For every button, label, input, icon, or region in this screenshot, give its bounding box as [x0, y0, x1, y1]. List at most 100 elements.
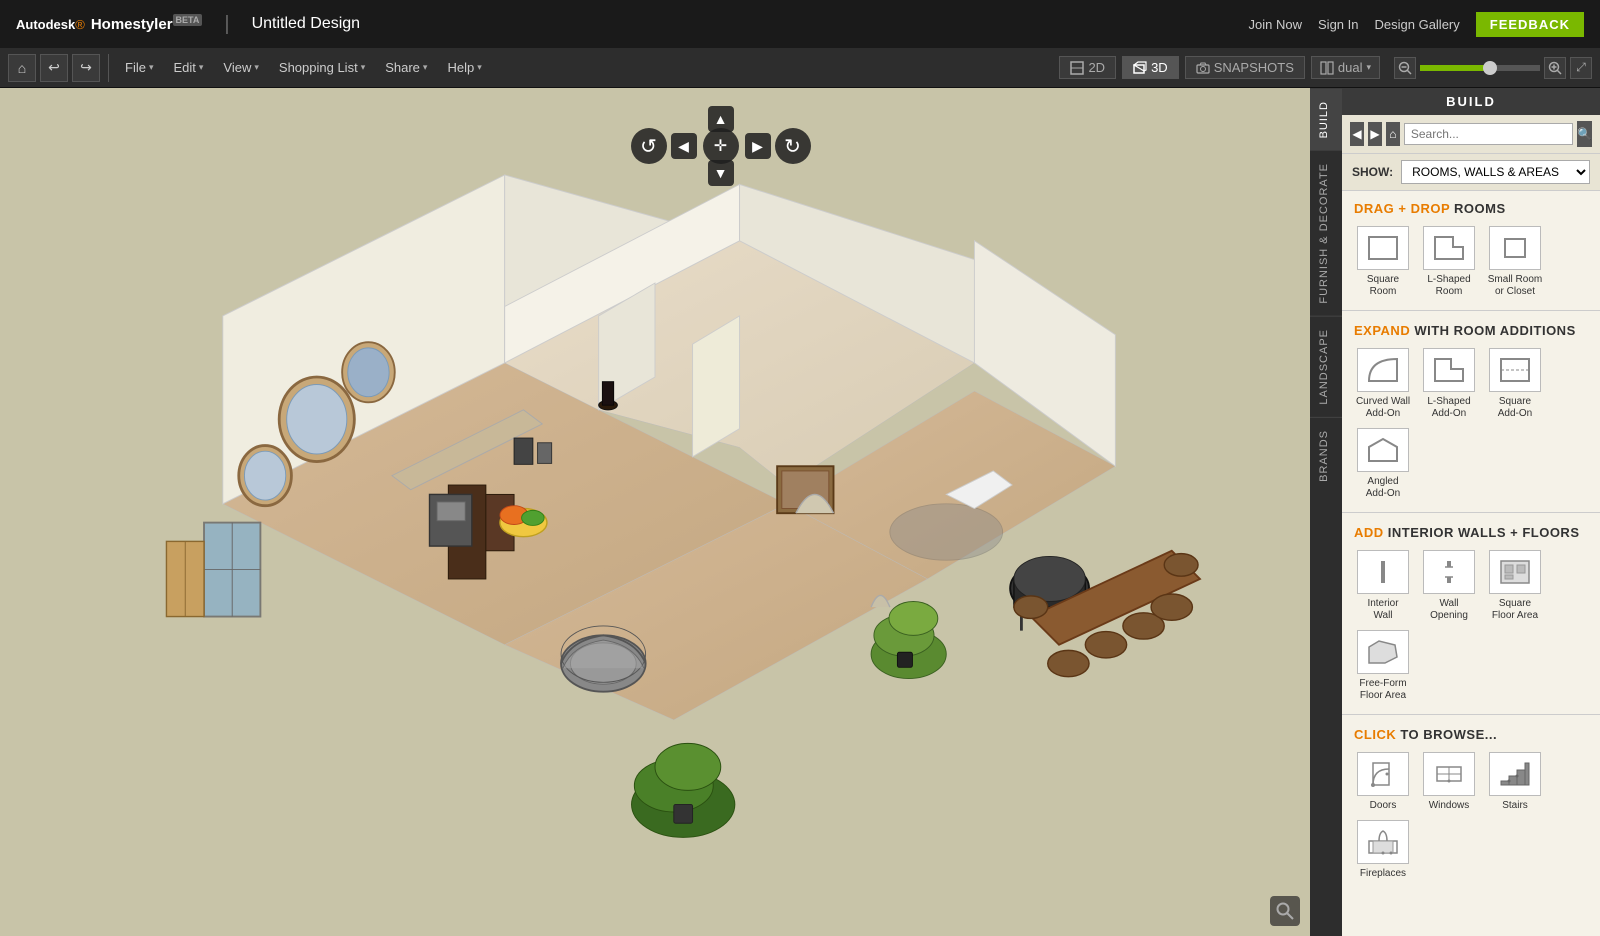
sign-in-link[interactable]: Sign In — [1318, 17, 1358, 32]
show-label: SHOW: — [1352, 165, 1393, 179]
interior-wall-icon-box — [1357, 550, 1409, 594]
drag-drop-rooms-section: DRAG + DROP ROOMS SquareRoom — [1342, 191, 1600, 308]
undo-button[interactable]: ↩ — [40, 54, 68, 82]
panel-search-button[interactable]: 🔍 — [1577, 121, 1592, 147]
panel-back-button[interactable]: ◀ — [1350, 122, 1364, 146]
free-form-floor-icon — [1365, 637, 1401, 667]
edit-menu[interactable]: Edit ▾ — [165, 56, 211, 79]
stairs-item[interactable]: Stairs — [1486, 752, 1544, 812]
wall-opening-icon-box — [1423, 550, 1475, 594]
windows-item[interactable]: Windows — [1420, 752, 1478, 812]
top-bar: Autodesk® HomestylerBETA | Untitled Desi… — [0, 0, 1600, 48]
interior-wall-item[interactable]: InteriorWall — [1354, 550, 1412, 622]
square-addon-item[interactable]: SquareAdd-On — [1486, 348, 1544, 420]
browse-section: CLICK TO BROWSE... — [1342, 717, 1600, 890]
zoom-slider[interactable] — [1420, 65, 1540, 71]
interior-walls-section: ADD INTERIOR WALLS + FLOORS InteriorWall — [1342, 515, 1600, 712]
tab-brands[interactable]: BRANDS — [1310, 417, 1342, 494]
panel-forward-button[interactable]: ▶ — [1368, 122, 1382, 146]
design-gallery-link[interactable]: Design Gallery — [1375, 17, 1460, 32]
angled-addon-item[interactable]: AngledAdd-On — [1354, 428, 1412, 500]
l-shaped-addon-icon-box — [1423, 348, 1475, 392]
wall-opening-icon — [1431, 557, 1467, 587]
section-separator-3 — [1342, 714, 1600, 715]
square-floor-item[interactable]: SquareFloor Area — [1486, 550, 1544, 622]
l-shaped-room-item[interactable]: L-ShapedRoom — [1420, 226, 1478, 298]
title-divider: | — [224, 13, 229, 36]
square-room-icon — [1365, 233, 1401, 263]
panel-nav: ◀ ▶ ⌂ 🔍 — [1342, 115, 1600, 154]
feedback-button[interactable]: FEEDBACK — [1476, 12, 1584, 37]
zoom-out-button[interactable] — [1394, 57, 1416, 79]
home-button[interactable]: ⌂ — [8, 54, 36, 82]
room-additions-section: EXPAND WITH ROOM ADDITIONS Curved WallAd… — [1342, 313, 1600, 510]
curved-wall-icon-box — [1357, 348, 1409, 392]
interior-walls-title: ADD INTERIOR WALLS + FLOORS — [1354, 525, 1588, 540]
l-shaped-addon-item[interactable]: L-ShapedAdd-On — [1420, 348, 1478, 420]
tab-build[interactable]: BUILD — [1310, 88, 1342, 150]
view-menu[interactable]: View ▾ — [215, 56, 266, 79]
shopping-list-menu[interactable]: Shopping List ▾ — [271, 56, 373, 79]
browse-title: CLICK TO BROWSE... — [1354, 727, 1588, 742]
square-floor-icon — [1497, 557, 1533, 587]
section-separator-2 — [1342, 512, 1600, 513]
windows-icon — [1431, 759, 1467, 789]
beta-badge: BETA — [173, 14, 203, 26]
zoom-slider-fill — [1420, 65, 1492, 71]
tab-landscape[interactable]: LANDSCAPE — [1310, 316, 1342, 417]
zoom-area: ⤢ — [1394, 57, 1592, 79]
zoom-in-icon — [1548, 61, 1562, 75]
help-menu[interactable]: Help ▾ — [439, 56, 489, 79]
drag-drop-rooms-title: DRAG + DROP ROOMS — [1354, 201, 1588, 216]
right-panel: BUILD FURNISH & DECORATE LANDSCAPE BRAND… — [1310, 88, 1600, 936]
show-dropdown[interactable]: ROOMS, WALLS & AREAS ALL WALLS ONLY FLOO… — [1401, 160, 1590, 184]
windows-icon-box — [1423, 752, 1475, 796]
free-form-floor-icon-box — [1357, 630, 1409, 674]
fireplaces-icon-box — [1357, 820, 1409, 864]
doors-icon-box — [1357, 752, 1409, 796]
wall-opening-item[interactable]: WallOpening — [1420, 550, 1478, 622]
dual-view-select[interactable]: dual ▾ — [1311, 56, 1380, 79]
file-menu[interactable]: File ▾ — [117, 56, 161, 79]
floorplan-3d — [0, 128, 1310, 936]
zoom-out-icon — [1398, 61, 1412, 75]
fireplaces-icon — [1365, 827, 1401, 857]
zoom-magnifier-icon[interactable] — [1270, 896, 1300, 926]
canvas-area[interactable]: ↺ ▲ ▼ ◀ ▶ ✛ ↻ — [0, 88, 1310, 936]
l-shaped-addon-icon — [1431, 355, 1467, 385]
panel-home-button[interactable]: ⌂ — [1386, 122, 1400, 146]
design-title: Untitled Design — [252, 15, 361, 33]
share-menu[interactable]: Share ▾ — [377, 56, 435, 79]
curved-wall-item[interactable]: Curved WallAdd-On — [1354, 348, 1412, 420]
fireplaces-item[interactable]: Fireplaces — [1354, 820, 1412, 880]
free-form-floor-item[interactable]: Free-FormFloor Area — [1354, 630, 1412, 702]
small-room-item[interactable]: Small Roomor Closet — [1486, 226, 1544, 298]
room-additions-title: EXPAND WITH ROOM ADDITIONS — [1354, 323, 1588, 338]
stairs-icon — [1497, 759, 1533, 789]
snapshots-button[interactable]: SNAPSHOTS — [1185, 56, 1305, 79]
small-room-icon — [1497, 233, 1533, 263]
zoom-in-button[interactable] — [1544, 57, 1566, 79]
small-room-icon-box — [1489, 226, 1541, 270]
toolbar: ⌂ ↩ ↪ File ▾ Edit ▾ View ▾ Shopping List… — [0, 48, 1600, 88]
zoom-slider-thumb — [1483, 61, 1497, 75]
tab-furnish-decorate[interactable]: FURNISH & DECORATE — [1310, 150, 1342, 316]
square-room-icon-box — [1357, 226, 1409, 270]
panel-search-input[interactable] — [1404, 123, 1573, 145]
view-2d-button[interactable]: 2D — [1059, 56, 1116, 79]
zoom-expand-button[interactable]: ⤢ — [1570, 57, 1592, 79]
join-now-link[interactable]: Join Now — [1249, 17, 1302, 32]
toolbar-separator-1 — [108, 54, 109, 82]
view-3d-button[interactable]: 3D — [1122, 56, 1179, 79]
interior-items-grid: InteriorWall WallOpening — [1354, 550, 1588, 702]
top-bar-right: Join Now Sign In Design Gallery FEEDBACK — [1249, 12, 1584, 37]
logo-homestyler: HomestylerBETA — [91, 15, 203, 33]
square-addon-icon — [1497, 355, 1533, 385]
doors-item[interactable]: Doors — [1354, 752, 1412, 812]
build-tab-header: BUILD — [1342, 88, 1600, 115]
main-area: ↺ ▲ ▼ ◀ ▶ ✛ ↻ — [0, 88, 1600, 936]
redo-button[interactable]: ↪ — [72, 54, 100, 82]
camera-icon — [1196, 61, 1210, 75]
view-mode-area: 2D 3D SNAPSHOTS dual ▾ — [1059, 56, 1592, 79]
square-room-item[interactable]: SquareRoom — [1354, 226, 1412, 298]
